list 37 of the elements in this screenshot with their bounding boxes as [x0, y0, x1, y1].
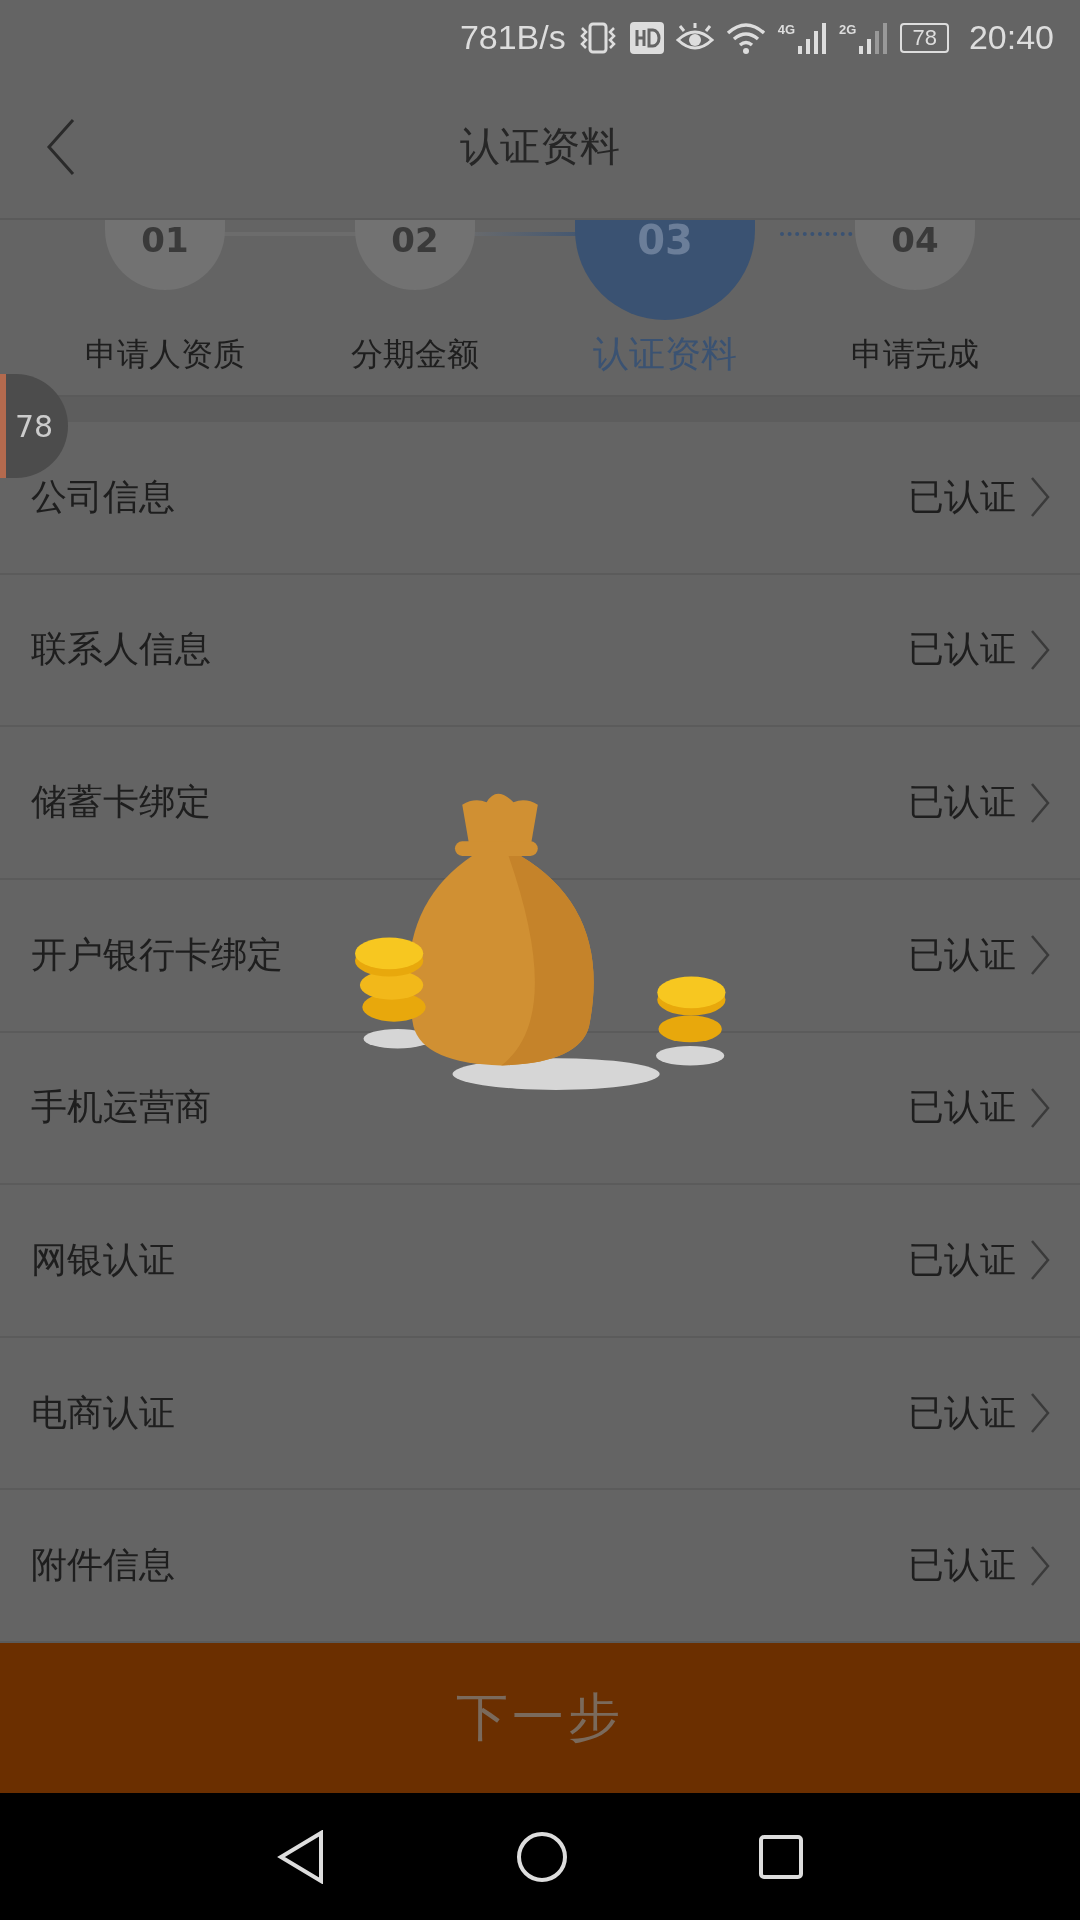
wifi-icon — [725, 20, 766, 55]
chevron-icon — [1030, 781, 1050, 824]
list-item[interactable]: 联系人信息 已认证 — [0, 574, 1080, 728]
network-speed: 781B/s — [459, 18, 566, 57]
chevron-icon — [1030, 628, 1050, 671]
step-label: 分期金额 — [351, 334, 479, 375]
chevron-icon — [1030, 1239, 1050, 1282]
status-text: 已认证 — [908, 1543, 1016, 1588]
chevron-icon — [1030, 476, 1050, 519]
battery-indicator: 78 — [900, 22, 949, 53]
next-step-button[interactable]: 下一步 — [0, 1643, 1080, 1793]
status-text: 已认证 — [908, 474, 1016, 519]
status-text: 已认证 — [908, 1237, 1016, 1282]
clock: 20:40 — [968, 18, 1054, 57]
chevron-icon — [1030, 1392, 1050, 1435]
signal-icon — [797, 21, 828, 54]
recent-apps-icon[interactable] — [758, 1833, 804, 1880]
status-text: 已认证 — [908, 780, 1016, 825]
back-icon[interactable] — [276, 1829, 326, 1884]
status-text: 已认证 — [908, 932, 1016, 977]
step-label: 申请人资质 — [85, 334, 245, 375]
step-label: 申请完成 — [851, 334, 979, 375]
page-title: 认证资料 — [460, 122, 620, 171]
chevron-icon — [1030, 1086, 1050, 1129]
list-item[interactable]: 电商认证 已认证 — [0, 1337, 1080, 1491]
status-text: 已认证 — [908, 627, 1016, 672]
floating-badge[interactable]: 78 — [0, 374, 68, 478]
signal-icon — [858, 21, 889, 54]
home-icon[interactable] — [516, 1830, 568, 1883]
hd-icon — [629, 21, 664, 54]
status-text: 已认证 — [908, 1085, 1016, 1130]
list-item[interactable]: 网银认证 已认证 — [0, 1185, 1080, 1338]
status-text: 已认证 — [908, 1390, 1016, 1435]
chevron-icon — [1030, 1544, 1050, 1587]
network-type: 4G — [777, 21, 796, 37]
chevron-icon — [1030, 934, 1050, 977]
network-type: 2G — [839, 21, 857, 37]
